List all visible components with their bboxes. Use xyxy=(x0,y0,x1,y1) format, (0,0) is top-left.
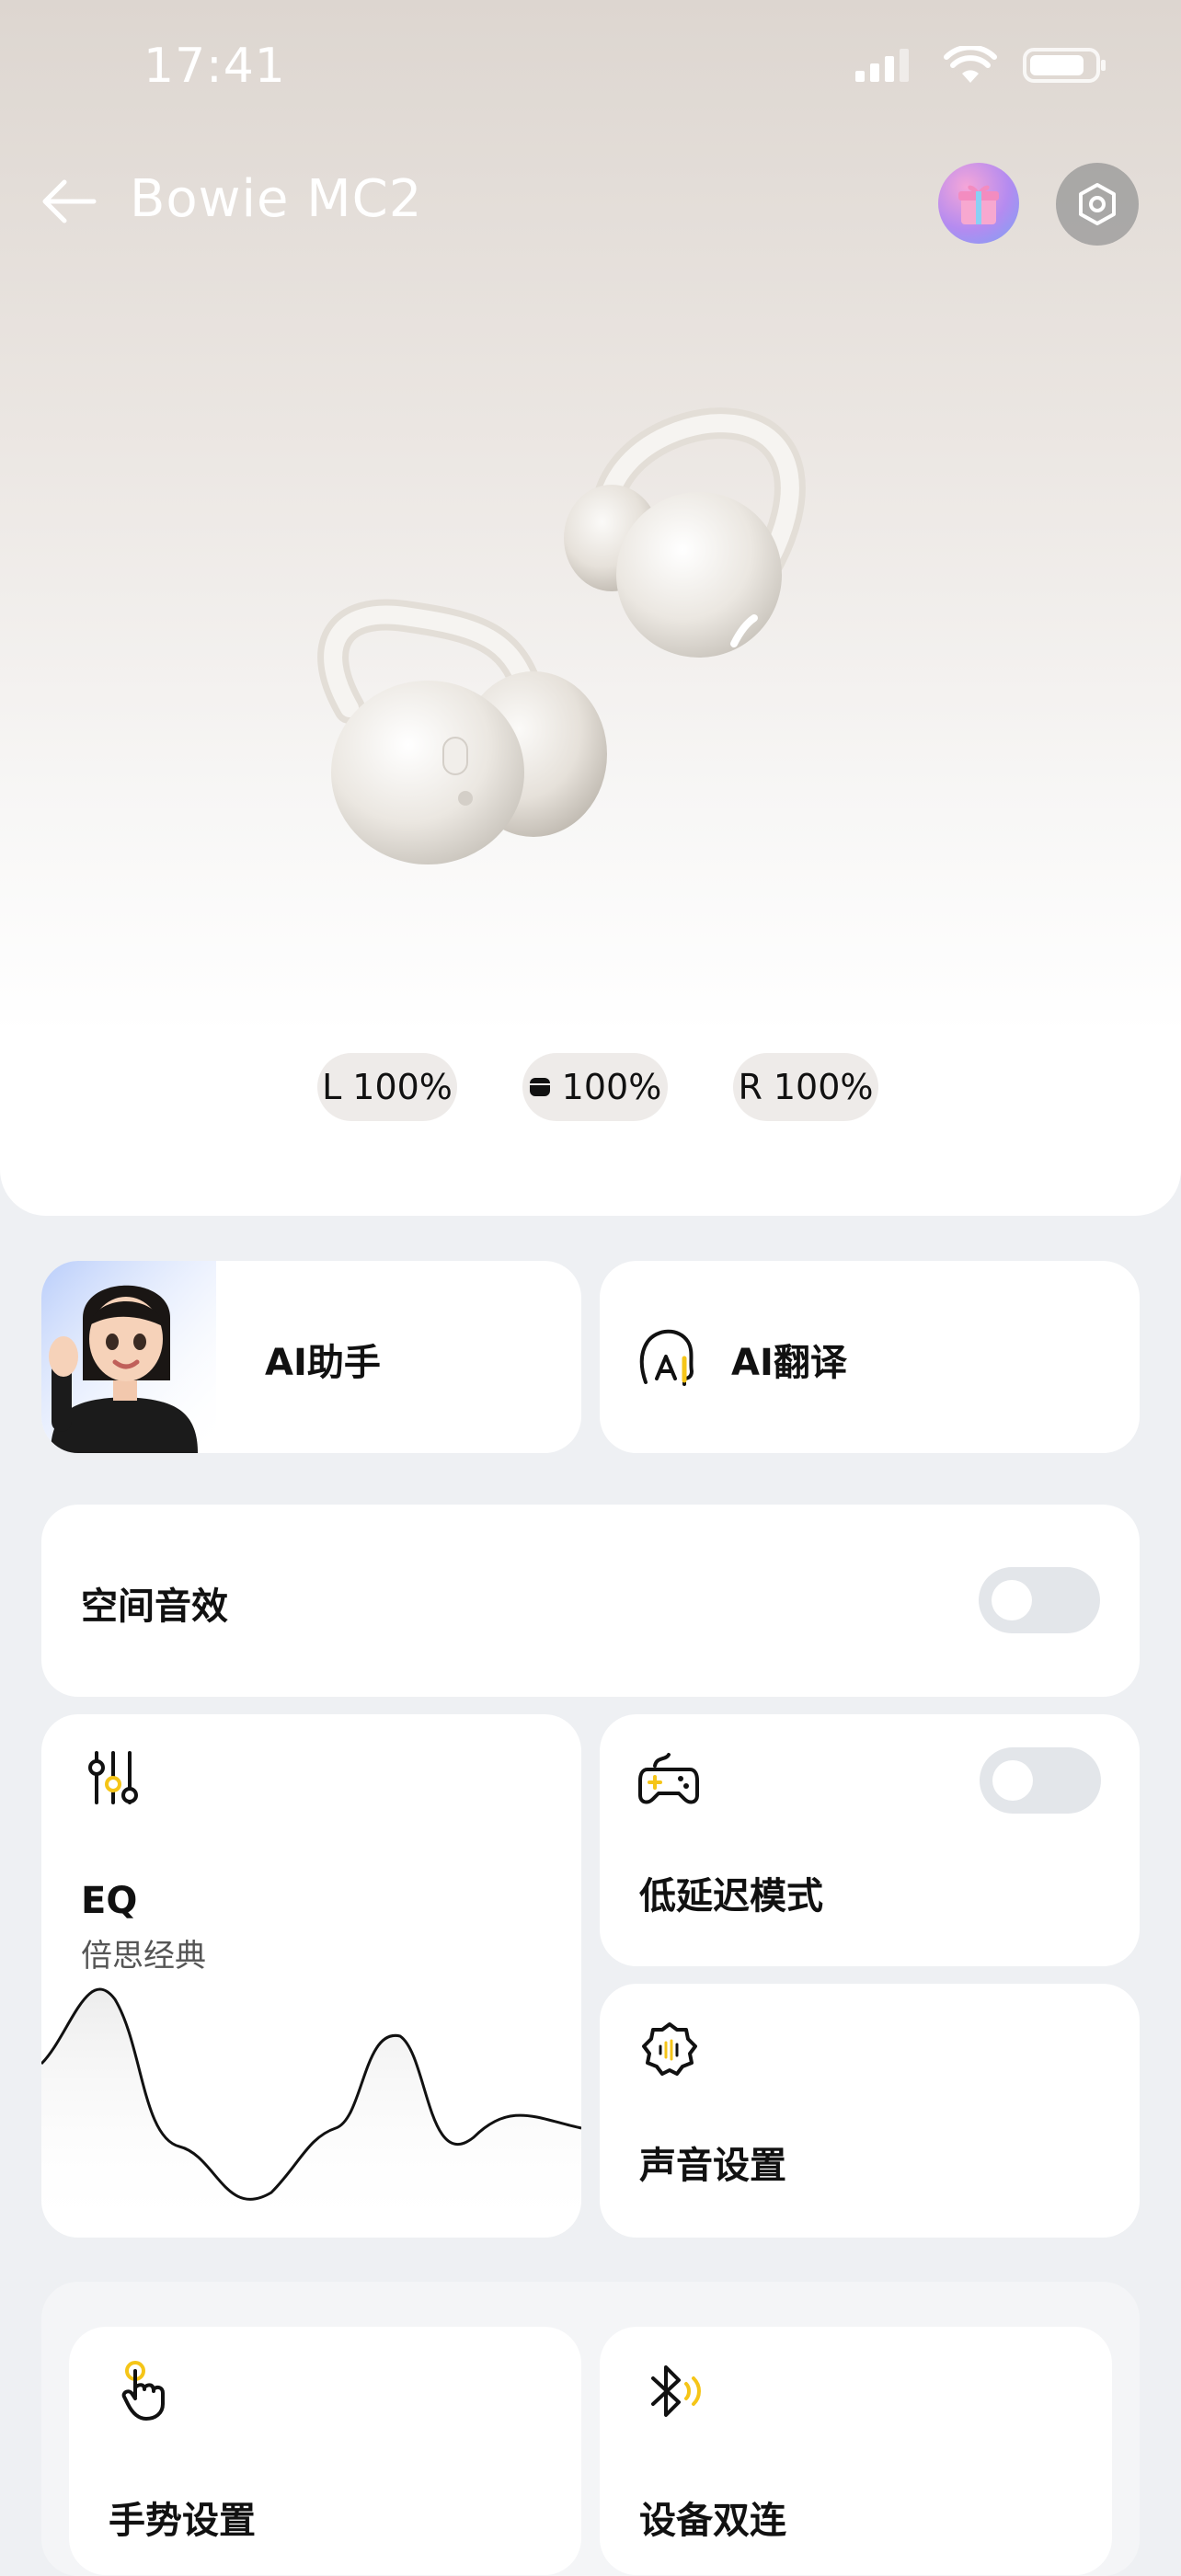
ai-translate-label: AI翻译 xyxy=(731,1342,847,1384)
case-icon xyxy=(529,1078,550,1096)
sound-settings-card[interactable]: 声音设置 xyxy=(600,1984,1140,2238)
gesture-settings-label: 手势设置 xyxy=(109,2500,256,2542)
eq-card[interactable]: EQ 倍思经典 xyxy=(41,1714,581,2238)
eq-preset: 倍思经典 xyxy=(81,1938,206,1975)
left-value: 100% xyxy=(352,1067,453,1107)
back-arrow-icon[interactable] xyxy=(40,173,97,230)
signal-icon xyxy=(855,49,909,82)
settings-hexagon-icon xyxy=(1079,183,1116,225)
gift-icon xyxy=(958,185,999,224)
dual-connection-card[interactable]: 设备双连 xyxy=(600,2327,1112,2575)
case-value: 100% xyxy=(561,1067,662,1107)
settings-button[interactable] xyxy=(1056,163,1139,246)
avatar xyxy=(41,1261,216,1453)
gesture-settings-card[interactable]: 手势设置 xyxy=(69,2327,581,2575)
sound-gear-icon xyxy=(642,2022,697,2076)
spatial-audio-label: 空间音效 xyxy=(81,1586,228,1628)
eq-title: EQ xyxy=(81,1880,138,1922)
right-label: R xyxy=(738,1067,762,1107)
left-label: L xyxy=(322,1067,342,1107)
low-latency-label: 低延迟模式 xyxy=(639,1875,823,1918)
ai-assistant-label: AI助手 xyxy=(265,1342,381,1384)
status-icons xyxy=(854,46,1107,85)
ai-translate-card[interactable]: AI翻译 xyxy=(600,1261,1140,1453)
device-title: Bowie MC2 xyxy=(130,169,423,229)
left-battery: L 100% xyxy=(317,1053,457,1121)
low-latency-card: 低延迟模式 xyxy=(600,1714,1140,1966)
gamepad-icon xyxy=(638,1753,699,1804)
status-time: 17:41 xyxy=(143,39,286,94)
dual-connection-label: 设备双连 xyxy=(639,2500,786,2542)
sound-settings-label: 声音设置 xyxy=(639,2145,786,2187)
case-battery: 100% xyxy=(522,1053,668,1121)
spatial-audio-toggle[interactable] xyxy=(979,1567,1100,1633)
earbuds-image xyxy=(317,407,806,864)
gift-button[interactable] xyxy=(938,163,1019,244)
battery-icon xyxy=(1023,48,1106,83)
right-value: 100% xyxy=(773,1067,874,1107)
eq-sliders-icon xyxy=(88,1751,138,1804)
bluetooth-icon xyxy=(651,2365,701,2417)
gesture-hand-icon xyxy=(121,2361,165,2421)
low-latency-toggle[interactable] xyxy=(980,1747,1101,1814)
eq-curve xyxy=(41,1987,581,2238)
wifi-icon xyxy=(944,46,997,83)
ai-assistant-card[interactable]: AI助手 xyxy=(41,1261,581,1453)
right-battery: R 100% xyxy=(733,1053,878,1121)
ai-head-icon xyxy=(639,1329,694,1386)
spatial-audio-card: 空间音效 xyxy=(41,1505,1140,1697)
